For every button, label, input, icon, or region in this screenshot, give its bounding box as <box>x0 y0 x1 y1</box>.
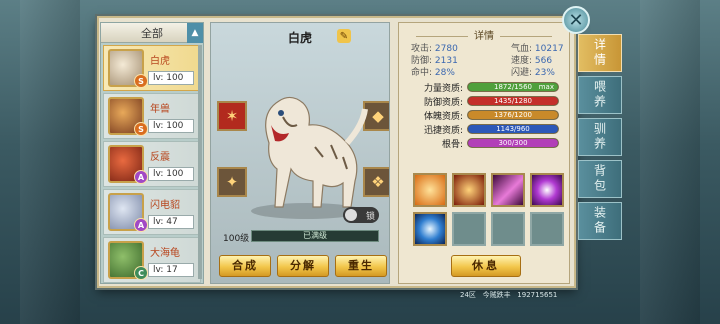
tab-train[interactable]: 驯养 <box>578 118 622 156</box>
tab-bag[interactable]: 背包 <box>578 160 622 198</box>
aptitude-bar: 1143/960 <box>467 124 559 134</box>
decompose-button[interactable]: 分解 <box>277 255 329 277</box>
aptitude-row: 根骨: 300/300 <box>411 137 561 150</box>
background-pillar <box>20 0 80 324</box>
close-icon[interactable]: ✕ <box>562 6 590 34</box>
max-tag: max <box>538 83 554 91</box>
pet-list-item[interactable]: A 反震 lv: 100 <box>103 141 201 187</box>
pet-level: lv: 17 <box>148 263 194 277</box>
aptitude-row: 体魄资质: 1376/1200 <box>411 109 561 122</box>
pet-list-item[interactable]: A 闪电貂 lv: 47 <box>103 189 201 235</box>
exp-bar: 已满级 <box>251 230 379 242</box>
rest-button[interactable]: 休息 <box>451 255 521 277</box>
pet-name: 年兽 <box>150 104 170 115</box>
detail-header: 详情 <box>399 27 569 42</box>
skill-lightning-icon[interactable] <box>530 173 564 207</box>
pet-list-item[interactable]: S 白虎 lv: 100 <box>103 45 201 91</box>
background-pillar <box>640 0 700 324</box>
claw-icon: ✶ <box>225 107 239 125</box>
aptitude-bar: 1435/1280 <box>467 96 559 106</box>
pet-display: 白虎 ✎ ✶ ◆ ✦ ❖ 锁 100级 已满级 合成 分解 重生 <box>210 22 390 284</box>
pet-level: lv: 47 <box>148 215 194 229</box>
pet-title: 白虎 <box>287 31 312 45</box>
detail-panel: 详情 攻击: 2780 气血: 10217 防御: 2131 速度: 566 命… <box>398 22 570 284</box>
pet-name: 反震 <box>150 152 170 163</box>
amulet-icon: ❖ <box>371 173 385 191</box>
aptitude-row: 力量资质: 1872/1560 max <box>411 81 561 94</box>
skill-thunder-icon[interactable] <box>413 212 447 246</box>
tab-feed[interactable]: 喂养 <box>578 76 622 114</box>
ring-icon: ✦ <box>225 173 239 191</box>
stat-hit: 命中: 28% <box>411 68 455 78</box>
server-info: 24区 今贼跌丰 192715651 <box>460 291 558 299</box>
grade-badge: C <box>134 266 148 280</box>
pet-name: 白虎 <box>150 56 170 67</box>
pet-level: lv: 100 <box>148 119 194 133</box>
pet-list-item[interactable]: S 年兽 lv: 100 <box>103 93 201 139</box>
grade-badge: A <box>134 218 148 232</box>
empty-skill-slot[interactable] <box>530 212 564 246</box>
tab-details[interactable]: 详情 <box>578 34 622 72</box>
grade-badge: A <box>134 170 148 184</box>
empty-skill-slot[interactable] <box>491 212 525 246</box>
pet-level: lv: 100 <box>148 167 194 181</box>
action-buttons: 合成 分解 重生 <box>219 255 387 277</box>
pet-level-label: 100级 <box>223 234 250 244</box>
lock-toggle[interactable]: 锁 <box>343 207 379 223</box>
pet-list-item[interactable]: C 大海龟 lv: 17 <box>103 237 201 283</box>
grade-badge: S <box>134 122 148 136</box>
rebirth-button[interactable]: 重生 <box>335 255 387 277</box>
chevron-up-icon[interactable]: ▲ <box>187 23 203 43</box>
merge-button[interactable]: 合成 <box>219 255 271 277</box>
pet-list: 全部 ▲ S 白虎 lv: 100 S 年兽 lv: 100 A 反震 lv: … <box>100 22 204 284</box>
empty-skill-slot[interactable] <box>452 212 486 246</box>
pet-level: lv: 100 <box>148 71 194 85</box>
grade-badge: S <box>134 74 148 88</box>
lock-label: 锁 <box>365 211 375 222</box>
filter-label: 全部 <box>141 26 163 40</box>
pet-name: 大海龟 <box>150 248 180 259</box>
white-tiger-figure <box>251 96 368 219</box>
skill-fire-icon[interactable] <box>413 173 447 207</box>
armor-icon: ◆ <box>372 107 384 125</box>
aptitude-row: 防御资质: 1435/1280 <box>411 95 561 108</box>
aptitude-row: 迅捷资质: 1143/960 <box>411 123 561 136</box>
edit-name-icon[interactable]: ✎ <box>337 29 351 43</box>
aptitude-bar: 1872/1560 max <box>467 82 559 92</box>
skill-flame-slash-icon[interactable] <box>452 173 486 207</box>
toggle-knob <box>345 209 357 221</box>
list-scrollbar[interactable] <box>198 45 202 279</box>
skill-claw-icon[interactable] <box>491 173 525 207</box>
pet-name: 闪电貂 <box>150 200 180 211</box>
filter-dropdown[interactable]: 全部 ▲ <box>101 23 203 43</box>
stat-dodge: 闪避: 23% <box>511 68 555 78</box>
aptitude-bar: 300/300 <box>467 138 559 148</box>
aptitude-bar: 1376/1200 <box>467 110 559 120</box>
tab-equipment[interactable]: 装备 <box>578 202 622 240</box>
